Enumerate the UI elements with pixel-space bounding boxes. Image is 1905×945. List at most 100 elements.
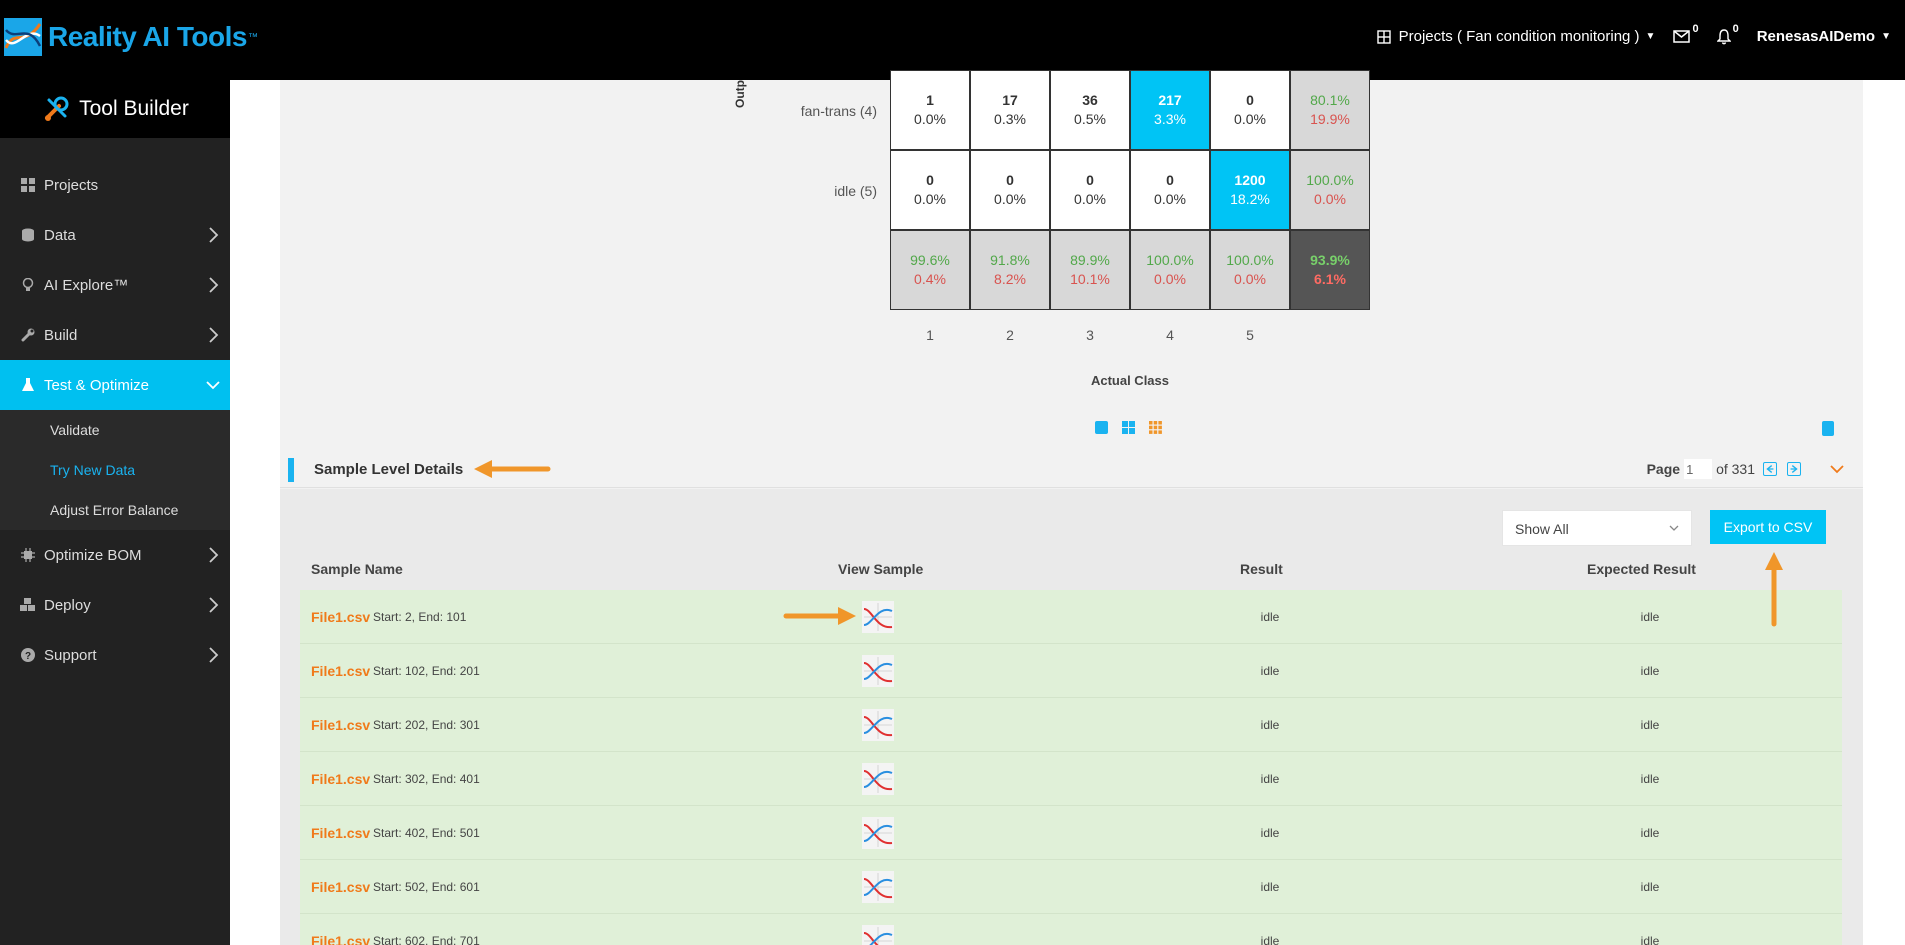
waveform-thumbnail-icon[interactable] — [862, 925, 894, 945]
sidebar-item-test-optimize[interactable]: Test & Optimize — [0, 360, 230, 410]
table-row: File1.csv Start: 602, End: 701 idle idle — [300, 914, 1842, 945]
annotation-arrow-right — [783, 607, 856, 625]
export-csv-button[interactable]: Export to CSV — [1710, 510, 1826, 544]
result-value: idle — [1260, 826, 1280, 840]
cell-count: 0 — [1086, 172, 1094, 188]
column-header-result: Result — [1240, 561, 1283, 577]
logo-trademark: ™ — [247, 31, 258, 43]
app-logo[interactable]: Reality AI Tools ™ — [4, 18, 258, 56]
column-header-view-sample: View Sample — [838, 561, 924, 577]
sidebar-item-optimize-bom[interactable]: Optimize BOM — [0, 530, 230, 580]
waveform-thumbnail-icon[interactable] — [862, 871, 894, 903]
sidebar-item-deploy[interactable]: Deploy — [0, 580, 230, 630]
summary-error: 10.1% — [1070, 271, 1110, 287]
summary-error: 0.0% — [1154, 271, 1186, 287]
messages-button[interactable]: 0 — [1673, 23, 1699, 43]
filter-value: Show All — [1515, 521, 1569, 537]
result-value: idle — [1260, 610, 1280, 624]
sidebar-item-label: Test & Optimize — [44, 376, 150, 394]
top-bar: Reality AI Tools ™ Projects ( Fan condit… — [0, 0, 1905, 80]
waveform-thumbnail-icon[interactable] — [862, 601, 894, 633]
sample-file-link[interactable]: File1.csv — [311, 717, 370, 733]
submenu-item-try-new-data[interactable]: Try New Data — [0, 450, 230, 490]
grid-3x3-view-icon[interactable] — [1149, 421, 1162, 434]
cell-count: 0 — [1166, 172, 1174, 188]
previous-page-icon[interactable] — [1763, 462, 1777, 476]
matrix-cell: 36 0.5% — [1050, 70, 1130, 150]
flask-icon — [20, 377, 36, 393]
next-page-icon[interactable] — [1787, 462, 1801, 476]
matrix-col-label: 5 — [1246, 327, 1254, 343]
chevron-down-icon — [206, 381, 220, 390]
wrench-icon — [20, 327, 36, 343]
sidebar-item-support[interactable]: ? Support — [0, 630, 230, 680]
single-view-icon[interactable] — [1095, 421, 1108, 434]
table-row: File1.csv Start: 502, End: 601 idle idle — [300, 860, 1842, 914]
waveform-thumbnail-icon[interactable] — [862, 763, 894, 795]
cell-count: 17 — [1002, 92, 1018, 108]
sidebar-item-label: Build — [44, 326, 78, 344]
grid-2x2-view-icon[interactable] — [1122, 421, 1135, 434]
cell-count: 0 — [1246, 92, 1254, 108]
sidebar-item-data[interactable]: Data — [0, 210, 230, 260]
clipboard-icon[interactable] — [1822, 421, 1834, 436]
project-selector[interactable]: Projects ( Fan condition monitoring ) ▼ — [1376, 28, 1655, 45]
matrix-cell-diagonal: 217 3.3% — [1130, 70, 1210, 150]
chevron-down-icon[interactable] — [1829, 461, 1845, 477]
sample-file-link[interactable]: File1.csv — [311, 825, 370, 841]
sidebar-item-ai-explore[interactable]: AI Explore™ — [0, 260, 230, 310]
matrix-row-label: fan-trans (4) — [800, 103, 877, 119]
grid-icon — [1376, 29, 1391, 44]
submenu-item-validate[interactable]: Validate — [0, 410, 230, 450]
summary-correct: 99.6% — [910, 252, 950, 268]
user-menu[interactable]: RenesasAIDemo ▼ — [1757, 28, 1891, 45]
expected-result-value: idle — [1640, 880, 1660, 894]
logo-text: Reality AI Tools — [48, 21, 247, 52]
table-row: File1.csv Start: 302, End: 401 idle idle — [300, 752, 1842, 806]
submenu-item-adjust-error-balance[interactable]: Adjust Error Balance — [0, 490, 230, 530]
envelope-icon — [1673, 30, 1691, 43]
sample-range: Start: 302, End: 401 — [373, 772, 480, 786]
table-row: File1.csv Start: 2, End: 101 idle idle — [300, 590, 1842, 644]
lightbulb-icon — [20, 277, 36, 293]
pagination: Page of 331 — [1647, 459, 1845, 479]
annotation-arrow-left — [474, 460, 551, 478]
sample-file-link[interactable]: File1.csv — [311, 879, 370, 895]
waveform-thumbnail-icon[interactable] — [862, 709, 894, 741]
matrix-col-summary: 99.6% 0.4% — [890, 230, 970, 310]
cell-count: 0 — [926, 172, 934, 188]
sidebar-item-projects[interactable]: Projects — [0, 160, 230, 210]
matrix-cell: 0 0.0% — [890, 150, 970, 230]
summary-correct: 100.0% — [1146, 252, 1194, 268]
caret-down-icon: ▼ — [1881, 31, 1891, 42]
sample-file-link[interactable]: File1.csv — [311, 609, 370, 625]
cell-percent: 3.3% — [1154, 111, 1186, 127]
bell-icon — [1716, 28, 1731, 44]
page-number-input[interactable] — [1684, 459, 1713, 479]
test-optimize-submenu: Validate Try New Data Adjust Error Balan… — [0, 410, 230, 530]
waveform-thumbnail-icon[interactable] — [862, 817, 894, 849]
matrix-row-summary: 100.0% 0.0% — [1290, 150, 1370, 230]
page-total: of 331 — [1716, 461, 1755, 477]
sample-file-link[interactable]: File1.csv — [311, 771, 370, 787]
waveform-thumbnail-icon[interactable] — [862, 655, 894, 687]
summary-correct: 100.0% — [1306, 172, 1354, 188]
chevron-right-icon — [209, 277, 219, 293]
result-filter-select[interactable]: Show All — [1502, 510, 1692, 546]
sidebar-item-label: Deploy — [44, 596, 91, 614]
sample-range: Start: 602, End: 701 — [373, 934, 480, 945]
chip-icon — [20, 547, 36, 563]
matrix-cell: 17 0.3% — [970, 70, 1050, 150]
sidebar-item-build[interactable]: Build — [0, 310, 230, 360]
matrix-cell-diagonal: 1200 18.2% — [1210, 150, 1290, 230]
sample-file-link[interactable]: File1.csv — [311, 663, 370, 679]
sample-file-link[interactable]: File1.csv — [311, 933, 370, 945]
result-value: idle — [1260, 934, 1280, 945]
notifications-button[interactable]: 0 — [1716, 23, 1739, 45]
cell-count: 36 — [1082, 92, 1098, 108]
user-name: RenesasAIDemo — [1756, 28, 1876, 45]
result-value: idle — [1260, 664, 1280, 678]
matrix-x-axis-label: Actual Class — [1090, 373, 1170, 388]
project-selector-label: Projects ( Fan condition monitoring ) — [1398, 28, 1640, 45]
tool-builder-header[interactable]: Tool Builder — [0, 80, 230, 138]
